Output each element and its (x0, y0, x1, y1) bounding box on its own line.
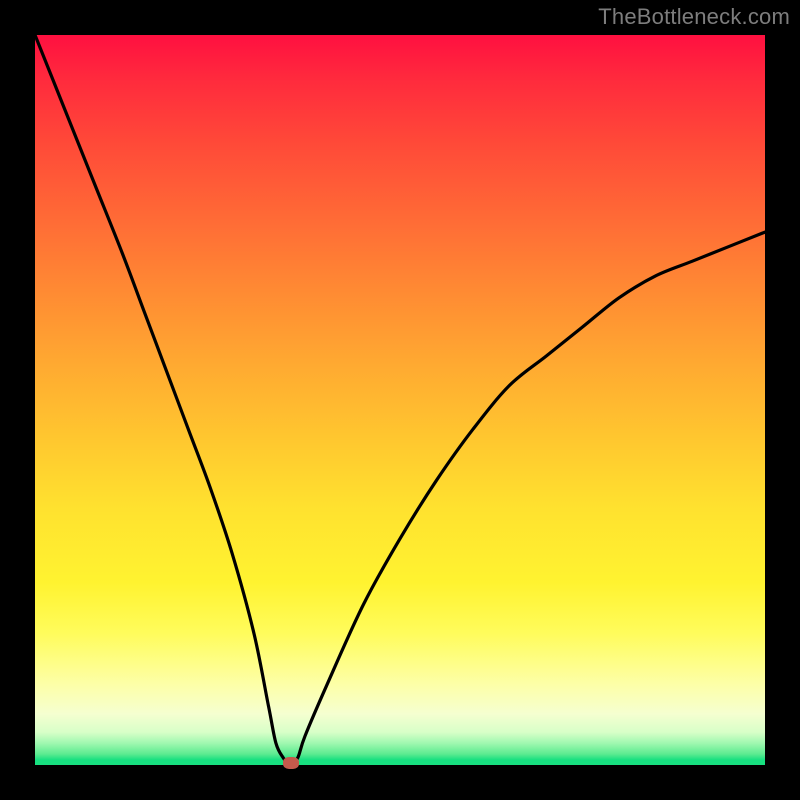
chart-plot-area (35, 35, 765, 765)
minimum-marker (283, 757, 299, 769)
bottleneck-curve (35, 35, 765, 765)
chart-frame: TheBottleneck.com (0, 0, 800, 800)
curve-path (35, 35, 765, 765)
watermark-text: TheBottleneck.com (598, 4, 790, 30)
